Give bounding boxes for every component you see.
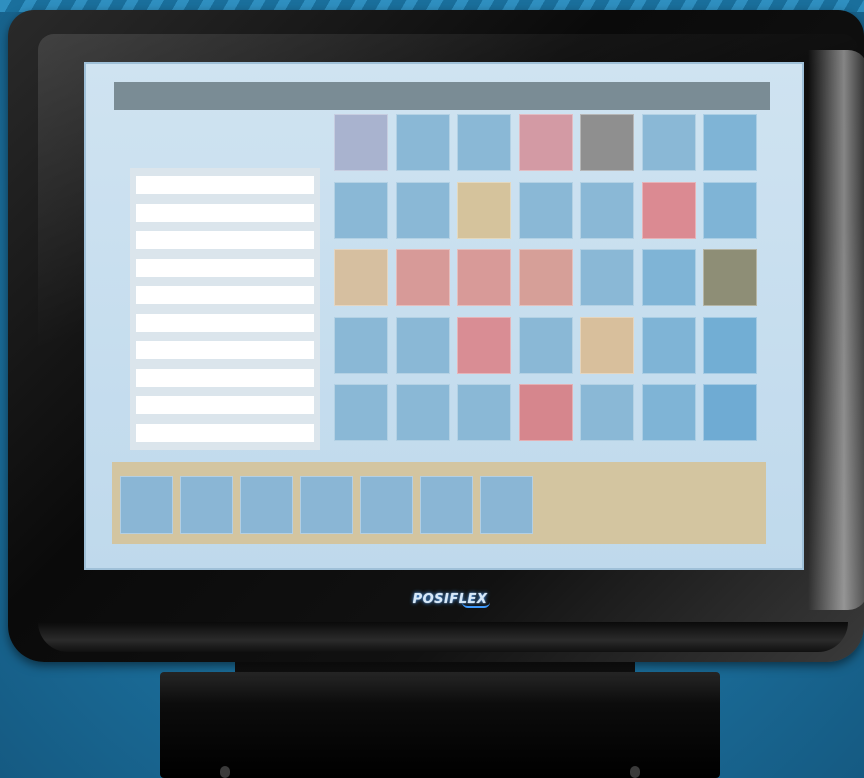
bezel-shine	[808, 50, 864, 610]
list-item[interactable]	[136, 313, 314, 332]
product-key-r3-c6[interactable]	[641, 249, 696, 306]
product-key-r5-c1[interactable]	[334, 384, 388, 441]
list-item[interactable]	[136, 176, 314, 194]
product-key-grid	[334, 114, 757, 441]
product-key-r3-c2[interactable]	[395, 249, 450, 306]
product-key-r4-c6[interactable]	[641, 316, 696, 374]
list-item[interactable]	[136, 368, 314, 387]
stand-foot-right	[630, 766, 640, 778]
function-key-4[interactable]	[300, 476, 353, 534]
product-key-r4-c2[interactable]	[395, 316, 450, 374]
product-key-r5-c7[interactable]	[703, 384, 757, 441]
product-key-r3-c7[interactable]	[703, 249, 757, 306]
product-key-r5-c5[interactable]	[580, 384, 634, 441]
product-key-r5-c6[interactable]	[641, 384, 696, 441]
product-key-r4-c3[interactable]	[457, 316, 511, 374]
list-item[interactable]	[136, 203, 314, 222]
product-key-r2-c1[interactable]	[334, 181, 388, 239]
function-key-3[interactable]	[240, 476, 293, 534]
product-key-r3-c3[interactable]	[457, 249, 511, 306]
product-key-r2-c3[interactable]	[457, 181, 511, 239]
list-item[interactable]	[136, 286, 314, 304]
product-key-r4-c1[interactable]	[334, 316, 388, 374]
product-key-r4-c5[interactable]	[580, 316, 634, 374]
product-key-r5-c4[interactable]	[518, 384, 573, 441]
product-key-r1-c7[interactable]	[703, 114, 757, 171]
order-list-panel	[130, 168, 320, 450]
product-key-r4-c4[interactable]	[518, 316, 573, 374]
product-key-r2-c7[interactable]	[703, 181, 757, 239]
list-item[interactable]	[136, 258, 314, 277]
product-key-r2-c6[interactable]	[641, 181, 696, 239]
product-key-r3-c5[interactable]	[580, 249, 634, 306]
list-item[interactable]	[136, 396, 314, 414]
product-key-r4-c7[interactable]	[703, 316, 757, 374]
function-key-6[interactable]	[420, 476, 473, 534]
product-key-r1-c3[interactable]	[457, 114, 511, 171]
product-key-r3-c1[interactable]	[334, 249, 388, 306]
function-bar	[112, 462, 766, 544]
stand-foot-left	[220, 766, 230, 778]
product-key-r1-c1[interactable]	[334, 114, 388, 171]
bezel-bottom-lip	[38, 622, 848, 652]
function-key-2[interactable]	[180, 476, 233, 534]
function-key-7[interactable]	[480, 476, 533, 534]
product-key-r1-c2[interactable]	[395, 114, 450, 171]
function-key-1[interactable]	[120, 476, 173, 534]
product-key-r1-c5[interactable]	[580, 114, 634, 171]
list-item[interactable]	[136, 231, 314, 249]
product-key-r2-c4[interactable]	[518, 181, 573, 239]
pos-screen	[84, 62, 804, 570]
product-key-r1-c6[interactable]	[641, 114, 696, 171]
list-item[interactable]	[136, 341, 314, 359]
list-item[interactable]	[136, 423, 314, 442]
logo-swoosh-icon	[462, 602, 490, 608]
monitor-stand-base	[160, 672, 720, 778]
title-bar	[114, 82, 770, 110]
function-key-5[interactable]	[360, 476, 413, 534]
product-key-r5-c2[interactable]	[395, 384, 450, 441]
product-key-r1-c4[interactable]	[518, 114, 573, 171]
product-key-r2-c2[interactable]	[395, 181, 450, 239]
product-key-r5-c3[interactable]	[457, 384, 511, 441]
monitor-bezel: POSIFLEX	[8, 10, 864, 662]
posiflex-logo: POSIFLEX	[402, 586, 498, 612]
product-key-r3-c4[interactable]	[518, 249, 573, 306]
product-key-r2-c5[interactable]	[580, 181, 634, 239]
function-keys	[120, 476, 533, 534]
